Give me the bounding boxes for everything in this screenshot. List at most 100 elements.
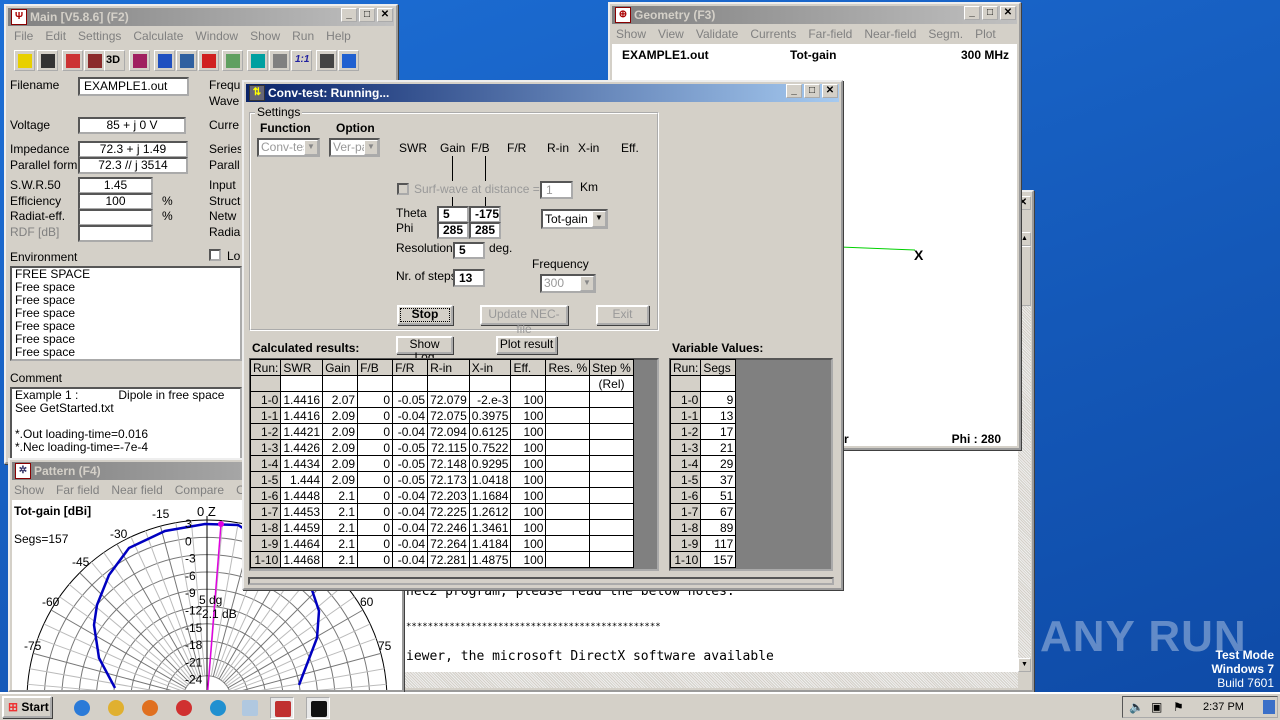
- optimize-button[interactable]: [222, 50, 243, 71]
- scroll-down-icon[interactable]: ▼: [1018, 658, 1031, 672]
- cmd-taskbar-button[interactable]: [306, 697, 330, 719]
- pattern-button[interactable]: [154, 50, 175, 71]
- table-cell[interactable]: 100: [510, 423, 547, 440]
- open-button[interactable]: [14, 50, 35, 71]
- edge-taskbar-button[interactable]: [206, 697, 230, 719]
- menu-item-file[interactable]: File: [14, 29, 33, 45]
- table-cell[interactable]: 100: [510, 471, 547, 488]
- table-cell[interactable]: [545, 391, 591, 408]
- column-header[interactable]: X-in: [468, 359, 512, 376]
- edit-button[interactable]: [129, 50, 150, 71]
- table-cell[interactable]: 0: [357, 471, 394, 488]
- ie-taskbar-button[interactable]: [70, 697, 94, 719]
- menu-item-settings[interactable]: Settings: [78, 29, 121, 45]
- table-cell[interactable]: 2.1: [322, 503, 359, 520]
- notepad-taskbar-button[interactable]: [238, 697, 262, 719]
- matching-button[interactable]: [269, 50, 290, 71]
- results-table[interactable]: Run: SWR Gain F/B F/R R-in X-in Eff. Res. % Step …: [249, 359, 634, 568]
- table-cell[interactable]: [589, 535, 634, 552]
- table-cell[interactable]: 2.1: [322, 535, 359, 552]
- phi-fb-field[interactable]: 285: [469, 222, 501, 239]
- table-cell[interactable]: 72.225: [427, 503, 470, 520]
- table-cell[interactable]: 0.6125: [468, 423, 512, 440]
- table-cell[interactable]: [589, 471, 634, 488]
- table-cell[interactable]: 0: [357, 535, 394, 552]
- table-cell[interactable]: -0.05: [392, 471, 429, 488]
- table-cell[interactable]: 0: [357, 439, 394, 456]
- table-row[interactable]: 1-9 1.4464 2.1 0 -0.04 72.264 1.4184 100: [249, 535, 634, 552]
- table-row[interactable]: 1-0 9: [669, 391, 737, 408]
- impedance-field[interactable]: 72.3 + j 1.49: [78, 141, 188, 158]
- column-header[interactable]: Res. %: [545, 359, 591, 376]
- calculator-button[interactable]: [247, 50, 268, 71]
- table-cell[interactable]: 13: [700, 407, 737, 424]
- table-cell[interactable]: 1.4184: [468, 535, 512, 552]
- table-cell[interactable]: [545, 535, 591, 552]
- table-cell[interactable]: 72.173: [427, 471, 470, 488]
- table-cell[interactable]: 2.09: [322, 423, 359, 440]
- table-cell[interactable]: 29: [700, 455, 737, 472]
- surf-wave-checkbox[interactable]: [397, 183, 409, 195]
- swr-field[interactable]: 1.45: [78, 177, 153, 194]
- close-button[interactable]: ✕: [822, 84, 838, 98]
- explorer-taskbar-button[interactable]: [104, 697, 128, 719]
- column-header[interactable]: Segs: [700, 359, 737, 376]
- table-cell[interactable]: [545, 487, 591, 504]
- table-cell[interactable]: 0.7522: [468, 439, 512, 456]
- table-cell[interactable]: 72.148: [427, 455, 470, 472]
- table-cell[interactable]: 72.246: [427, 519, 470, 536]
- table-row[interactable]: 1-3 1.4426 2.09 0 -0.05 72.115 0.7522 100: [249, 439, 634, 456]
- start-button[interactable]: ⊞ Start: [2, 696, 52, 718]
- table-cell[interactable]: [545, 503, 591, 520]
- geometry-button[interactable]: [84, 50, 105, 71]
- column-header[interactable]: SWR: [280, 359, 324, 376]
- table-cell[interactable]: [589, 519, 634, 536]
- table-cell[interactable]: -0.04: [392, 487, 429, 504]
- table-cell[interactable]: 0: [357, 407, 394, 424]
- plot-result-button[interactable]: Plot result: [496, 336, 557, 354]
- table-cell[interactable]: 1.0418: [468, 471, 512, 488]
- network-icon[interactable]: ▣: [1151, 700, 1162, 714]
- menu-item-calculate[interactable]: Calculate: [133, 29, 183, 45]
- table-cell[interactable]: -0.05: [392, 455, 429, 472]
- table-cell[interactable]: 21: [700, 439, 737, 456]
- table-cell[interactable]: 1.4468: [280, 551, 324, 568]
- menu-item-segm-[interactable]: Segm.: [928, 27, 963, 43]
- table-row[interactable]: 1-10 1.4468 2.1 0 -0.04 72.281 1.4875 100: [249, 551, 634, 568]
- maximize-button[interactable]: □: [359, 8, 375, 22]
- filename-field[interactable]: EXAMPLE1.out: [78, 77, 189, 96]
- table-cell[interactable]: 0.3975: [468, 407, 512, 424]
- frequency-select[interactable]: 300 ▼: [540, 274, 596, 293]
- table-cell[interactable]: 117: [700, 535, 737, 552]
- menu-item-help[interactable]: Help: [326, 29, 351, 45]
- variable-values-table[interactable]: Run: Segs 1-0 9 1-1 13 1-2 17 1-3 21 1-4 29 1-5 37 1-6…: [669, 359, 737, 568]
- table-cell[interactable]: 1.4421: [280, 423, 324, 440]
- table-cell[interactable]: 100: [510, 519, 547, 536]
- column-header[interactable]: Run:: [669, 359, 702, 376]
- option-select[interactable]: Ver-pa ▼: [329, 138, 380, 157]
- table-cell[interactable]: [545, 455, 591, 472]
- table-row[interactable]: 1-1 13: [669, 407, 737, 424]
- parallel-form-field[interactable]: 72.3 // j 3514: [78, 157, 188, 174]
- table-cell[interactable]: [589, 391, 634, 408]
- table-cell[interactable]: [589, 439, 634, 456]
- volume-icon[interactable]: 🔈: [1129, 700, 1144, 714]
- table-cell[interactable]: [545, 423, 591, 440]
- table-row[interactable]: 1-8 89: [669, 519, 737, 536]
- table-cell[interactable]: 2.09: [322, 471, 359, 488]
- table-cell[interactable]: 0: [357, 503, 394, 520]
- table-cell[interactable]: -0.04: [392, 519, 429, 536]
- table-cell[interactable]: 1.3461: [468, 519, 512, 536]
- flag-icon[interactable]: ⚑: [1173, 700, 1184, 714]
- table-row[interactable]: 1-5 1.444 2.09 0 -0.05 72.173 1.0418 100: [249, 471, 634, 488]
- table-cell[interactable]: 1.1684: [468, 487, 512, 504]
- table-cell[interactable]: 72.281: [427, 551, 470, 568]
- table-row[interactable]: 1-9 117: [669, 535, 737, 552]
- menu-item-view[interactable]: View: [658, 27, 684, 43]
- table-cell[interactable]: 2.1: [322, 519, 359, 536]
- table-cell[interactable]: 0: [357, 391, 394, 408]
- table-cell[interactable]: 0.9295: [468, 455, 512, 472]
- table-cell[interactable]: 0: [357, 423, 394, 440]
- rdf-field[interactable]: [78, 225, 153, 242]
- table-cell[interactable]: 1.4416: [280, 407, 324, 424]
